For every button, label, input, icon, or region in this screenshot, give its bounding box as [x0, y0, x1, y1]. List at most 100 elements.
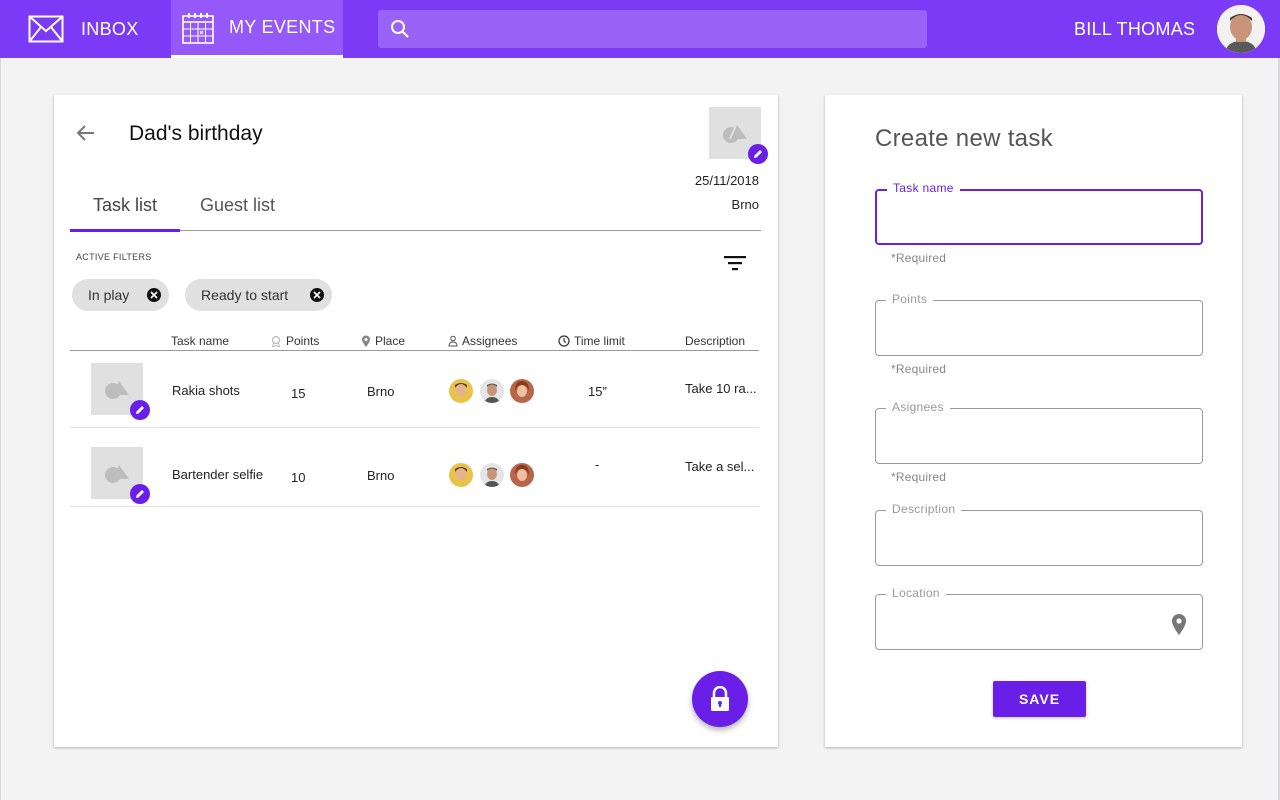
task-time-limit: 15” [588, 384, 607, 399]
task-place: Brno [367, 384, 395, 399]
edit-task-image-button[interactable] [130, 484, 150, 504]
remove-filter-button[interactable] [147, 288, 161, 302]
points-input[interactable] [890, 315, 1170, 339]
field-helper: *Required [891, 470, 947, 484]
tab-guest-list[interactable]: Guest list [200, 195, 310, 231]
avatar-photo [449, 463, 473, 487]
lock-fab-button[interactable] [692, 671, 748, 727]
task-image[interactable] [91, 447, 150, 504]
search-input[interactable] [420, 20, 900, 38]
event-date: 25/11/2018 [694, 173, 759, 188]
field-label: Location [886, 586, 946, 600]
active-filters-label: ACTIVE FILTERS [76, 252, 152, 262]
column-header-label: Points [286, 334, 320, 348]
save-button[interactable]: SAVE [993, 681, 1086, 717]
clock-icon [558, 335, 570, 347]
location-field[interactable]: Location [875, 586, 1203, 650]
person-icon [448, 335, 458, 347]
field-label: Points [886, 292, 934, 306]
column-header-description[interactable]: Description [685, 334, 745, 348]
field-helper: *Required [891, 251, 947, 265]
calendar-icon [182, 12, 214, 44]
field-label: Description [886, 502, 962, 516]
task-description: Take a sel... [685, 459, 755, 474]
close-circle-icon [313, 291, 321, 299]
avatar-photo [480, 463, 504, 487]
medal-icon [271, 335, 281, 347]
user-name: BILL THOMAS [1074, 19, 1196, 39]
event-title: Dad's birthday [129, 122, 263, 145]
filter-chip-ready-to-start[interactable]: Ready to start [185, 279, 332, 311]
close-circle-icon [150, 291, 158, 299]
form-title: Create new task [875, 125, 1053, 152]
filter-chip-in-play[interactable]: In play [72, 279, 169, 311]
table-row[interactable]: Rakia shots 15 Brno 15” Take 10 ra... [70, 352, 759, 428]
assignee-avatar[interactable] [449, 379, 473, 403]
edit-event-image-button[interactable] [748, 144, 768, 164]
remove-filter-button[interactable] [310, 288, 324, 302]
nav-inbox[interactable]: INBOX [28, 0, 139, 58]
back-arrow-icon [76, 125, 94, 141]
column-header-label: Description [685, 334, 746, 348]
task-name-input[interactable] [891, 205, 1171, 229]
assignees-input[interactable] [890, 423, 1170, 447]
task-name-field[interactable]: Task name [875, 181, 1203, 245]
table-row[interactable]: Bartender selfie 10 Brno - Take a sel... [70, 428, 759, 507]
task-time-limit: - [595, 457, 600, 472]
description-field[interactable]: Description [875, 502, 1203, 566]
field-label: Task name [887, 181, 960, 195]
column-header-task-name[interactable]: Task name [171, 334, 229, 348]
column-header-label: Assignees [462, 334, 518, 348]
lock-icon [711, 686, 729, 711]
task-description: Take 10 ra... [685, 381, 757, 396]
description-input[interactable] [890, 525, 1170, 549]
column-header-place[interactable]: Place [361, 334, 405, 348]
filter-chip-label: Ready to start [201, 287, 289, 303]
field-helper: *Required [891, 362, 947, 376]
page-edge-left [0, 58, 1, 800]
location-input[interactable] [890, 609, 1170, 633]
points-field[interactable]: Points [875, 292, 1203, 356]
assignee-avatar[interactable] [510, 463, 534, 487]
assignee-avatar[interactable] [449, 463, 473, 487]
location-pin-icon [362, 335, 370, 347]
tab-task-list[interactable]: Task list [70, 195, 180, 232]
event-tabs: Task list Guest list [70, 195, 761, 232]
assignee-avatar[interactable] [480, 463, 504, 487]
task-table-header: Task name Points Place Assignees Time li… [70, 333, 759, 351]
user-avatar[interactable] [1217, 5, 1265, 53]
column-header-assignees[interactable]: Assignees [448, 334, 517, 348]
filter-button[interactable] [724, 255, 746, 273]
search-bar[interactable] [378, 10, 927, 48]
field-label: Asignees [886, 400, 950, 414]
assignee-avatar[interactable] [480, 379, 504, 403]
task-points: 15 [291, 386, 306, 401]
column-header-points[interactable]: Points [270, 334, 319, 348]
column-header-label: Place [375, 334, 406, 348]
pencil-icon [136, 406, 144, 414]
avatar-photo [510, 463, 534, 487]
task-image[interactable] [91, 363, 150, 420]
mail-icon [28, 15, 64, 43]
nav-inbox-label: INBOX [81, 18, 139, 39]
avatar-photo [449, 379, 473, 403]
assignees-field[interactable]: Asignees [875, 400, 1203, 464]
assignee-avatar[interactable] [510, 379, 534, 403]
nav-my-events[interactable]: MY EVENTS [171, 0, 343, 58]
filter-chip-label: In play [88, 287, 130, 303]
create-task-card: Create new task Task name *Required Poin… [825, 95, 1242, 747]
edit-task-image-button[interactable] [130, 400, 150, 420]
pencil-icon [136, 490, 144, 498]
task-place: Brno [367, 468, 395, 483]
event-image[interactable] [709, 107, 768, 164]
column-header-time-limit[interactable]: Time limit [558, 334, 625, 348]
column-header-label: Task name [171, 334, 230, 348]
back-button[interactable] [74, 121, 98, 145]
filter-icon [724, 256, 746, 271]
task-name: Bartender selfie [172, 467, 264, 482]
task-points: 10 [291, 470, 306, 485]
avatar-photo [1217, 5, 1265, 53]
search-icon [391, 20, 409, 38]
top-app-bar: INBOX MY EVENTS BILL THOMAS [0, 0, 1280, 58]
location-pin-icon[interactable] [1171, 613, 1187, 635]
